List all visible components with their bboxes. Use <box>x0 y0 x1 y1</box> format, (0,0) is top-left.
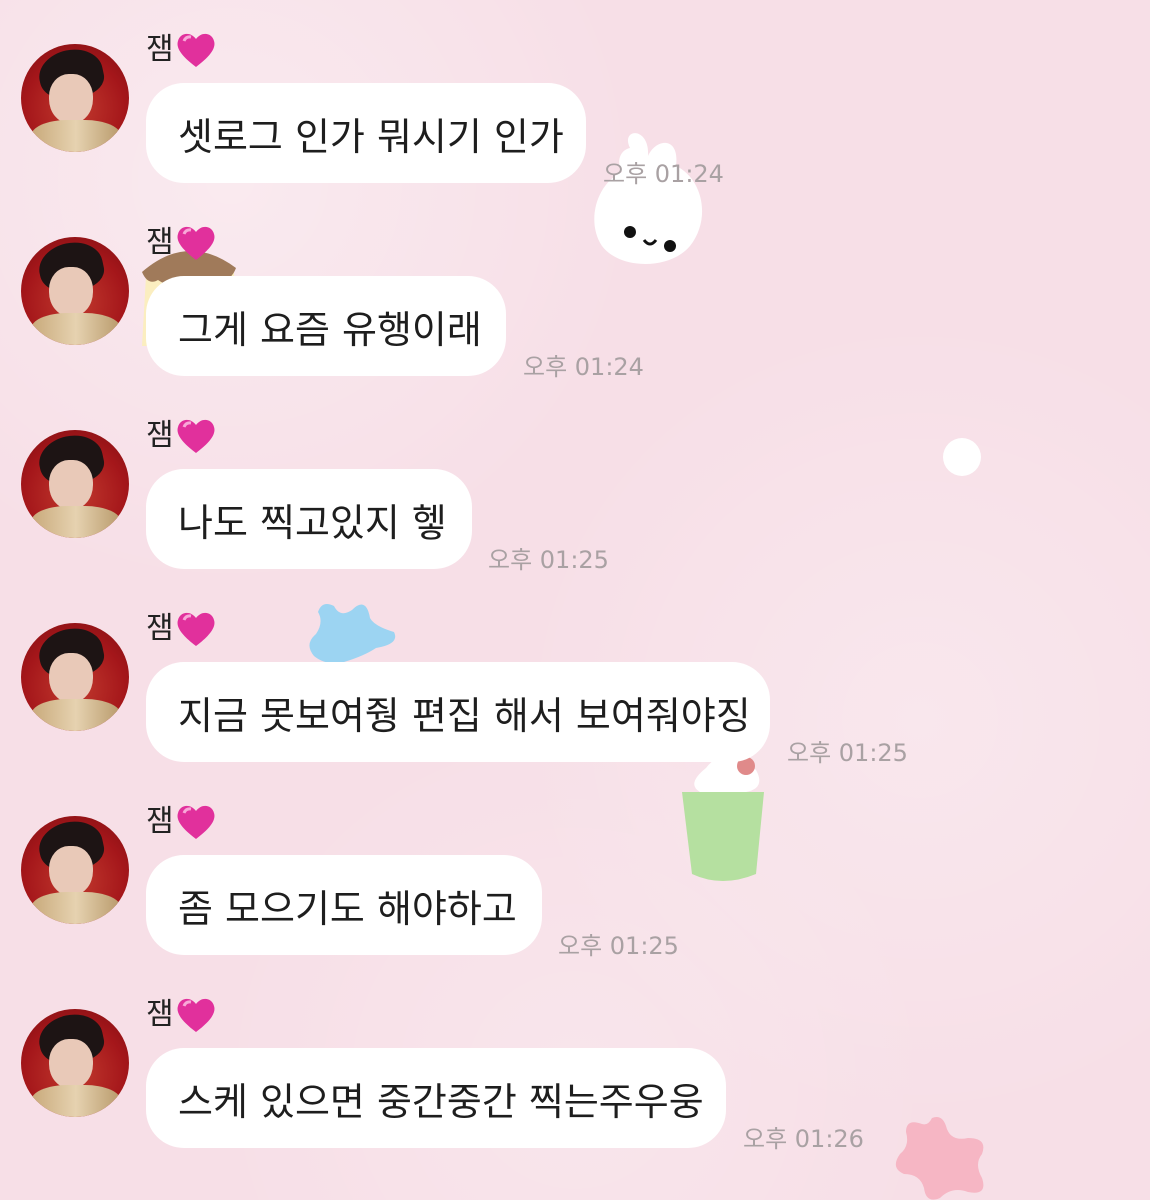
pink-heart-icon <box>177 612 215 646</box>
message-bubble[interactable]: 좀 모으기도 해야하고 <box>146 855 542 955</box>
pink-heart-icon <box>177 998 215 1032</box>
pink-heart-icon <box>177 419 215 453</box>
pink-heart-icon <box>177 805 215 839</box>
message-timestamp: 오후 01:24 <box>523 353 644 381</box>
message-bubble[interactable]: 스케 있으면 중간중간 찍는주우웅 <box>146 1048 726 1148</box>
message-timestamp: 오후 01:24 <box>603 160 724 188</box>
sender-name: 잼 <box>146 30 216 70</box>
message-row: 잼 좀 모으기도 해야하고 오후 01:25 <box>0 772 1150 962</box>
avatar[interactable] <box>21 430 129 538</box>
avatar[interactable] <box>21 816 129 924</box>
message-row: 잼 셋로그 인가 뭐시기 인가 오후 01:24 <box>0 0 1150 190</box>
message-row: 잼 나도 찍고있지 헿 오후 01:25 <box>0 386 1150 576</box>
message-bubble[interactable]: 그게 요즘 유행이래 <box>146 276 506 376</box>
message-timestamp: 오후 01:25 <box>787 739 908 767</box>
message-timestamp: 오후 01:26 <box>743 1125 864 1153</box>
sender-name: 잼 <box>146 223 216 263</box>
pink-heart-icon <box>177 33 215 67</box>
message-row: 잼 그게 요즘 유행이래 오후 01:24 <box>0 193 1150 383</box>
message-timestamp: 오후 01:25 <box>488 546 609 574</box>
message-bubble[interactable]: 지금 못보여줭 편집 해서 보여줘야징 <box>146 662 770 762</box>
sender-name: 잼 <box>146 802 216 842</box>
message-timestamp: 오후 01:25 <box>558 932 679 960</box>
avatar[interactable] <box>21 237 129 345</box>
message-bubble[interactable]: 셋로그 인가 뭐시기 인가 <box>146 83 586 183</box>
avatar[interactable] <box>21 44 129 152</box>
message-row: 잼 지금 못보여줭 편집 해서 보여줘야징 오후 01:25 <box>0 579 1150 769</box>
sender-name: 잼 <box>146 609 216 649</box>
pink-heart-icon <box>177 226 215 260</box>
sender-name: 잼 <box>146 416 216 456</box>
avatar[interactable] <box>21 1009 129 1117</box>
sender-name: 잼 <box>146 995 216 1035</box>
message-bubble[interactable]: 나도 찍고있지 헿 <box>146 469 472 569</box>
avatar[interactable] <box>21 623 129 731</box>
message-row: 잼 스케 있으면 중간중간 찍는주우웅 오후 01:26 <box>0 965 1150 1155</box>
